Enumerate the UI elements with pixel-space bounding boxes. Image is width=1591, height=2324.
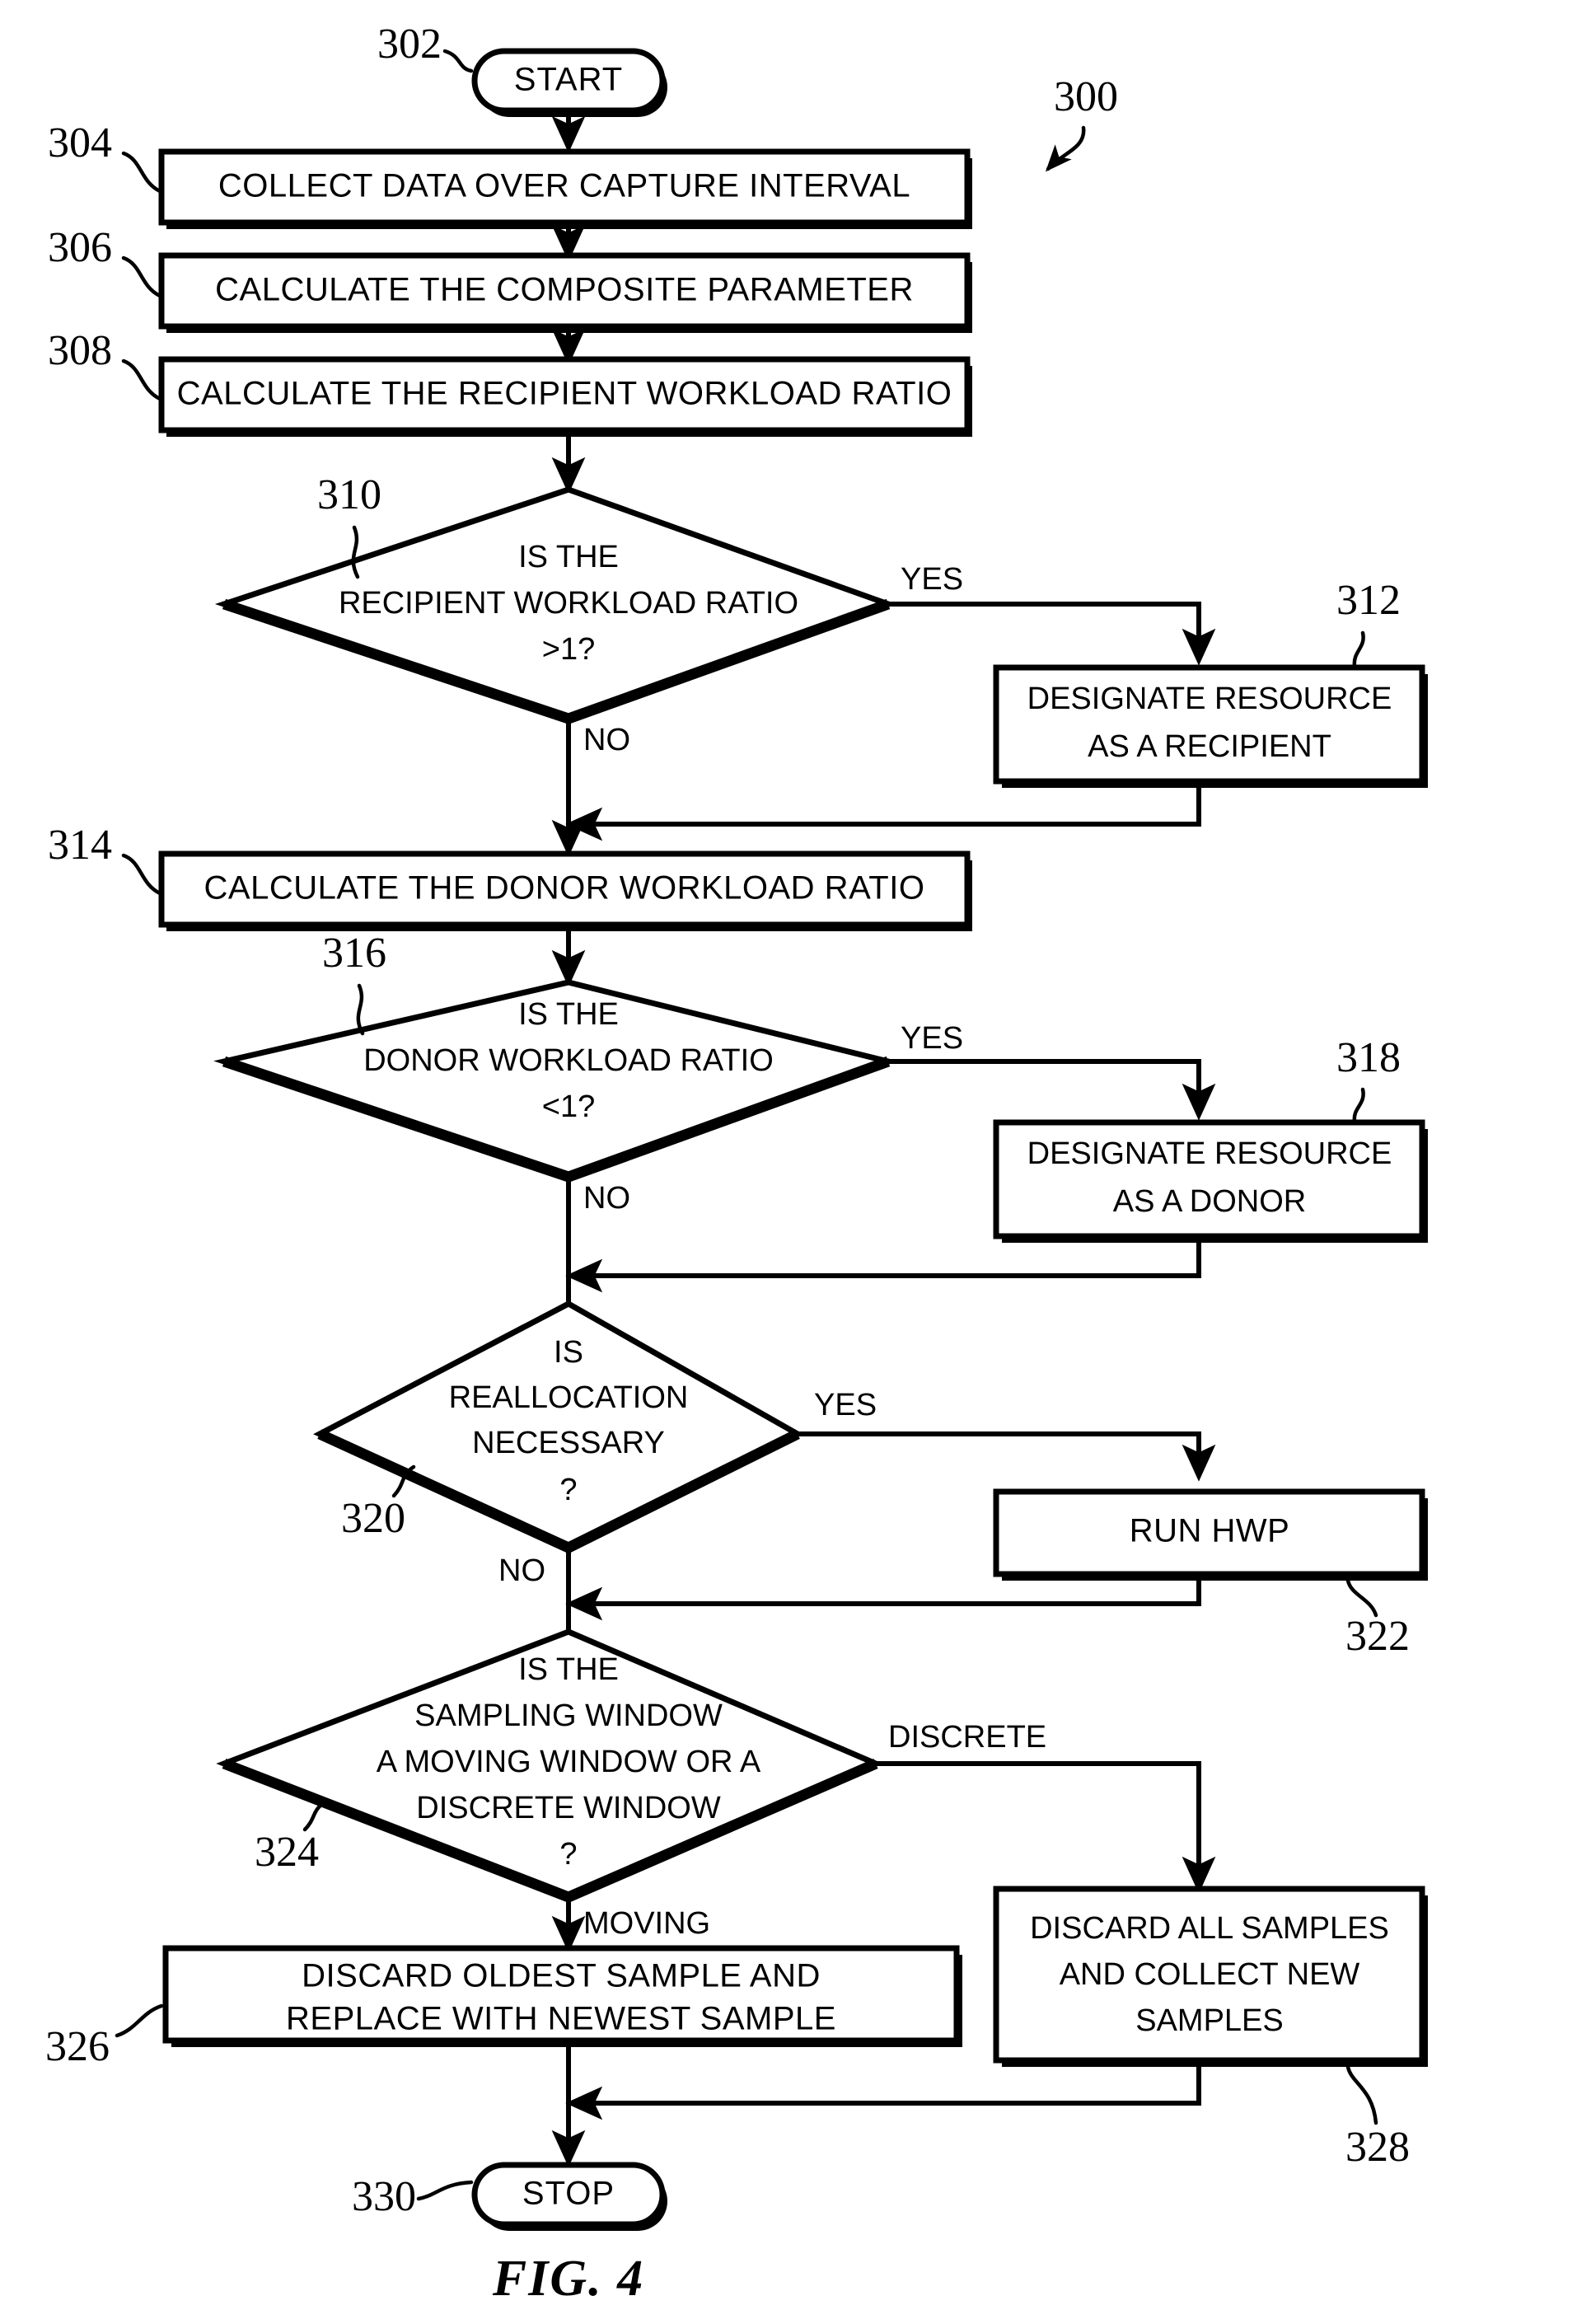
ref-300-diagram: 300 [1045,73,1118,172]
node-324-decision-sampling-window[interactable]: IS THE SAMPLING WINDOW A MOVING WINDOW O… [216,1628,883,1904]
edge-label-316-no: NO [583,1181,630,1216]
node-326-line-2: REPLACE WITH NEWEST SAMPLE [286,2001,836,2037]
figure-caption: FIG. 4 [492,2251,644,2307]
edge-label-324-moving: MOVING [583,1906,710,1941]
edge-label-320-yes: YES [814,1388,877,1422]
ref-324: 324 [255,1799,329,1876]
node-330-label: STOP [522,2176,615,2212]
node-324-line-4: DISCRETE WINDOW [416,1791,721,1825]
node-312-line-2: AS A RECIPIENT [1088,729,1331,764]
ref-322-number: 322 [1345,1613,1410,1660]
node-324-line-5: ? [559,1837,577,1872]
ref-300-number: 300 [1054,73,1118,120]
node-320-line-4: ? [559,1473,577,1507]
node-306-label: CALCULATE THE COMPOSITE PARAMETER [215,272,914,308]
node-324-line-3: A MOVING WINDOW OR A [377,1745,761,1779]
edge-label-316-yes: YES [901,1021,963,1056]
ref-308-number: 308 [48,327,112,374]
ref-322: 322 [1345,1578,1410,1660]
node-302-start[interactable]: START [471,48,667,117]
ref-326-number: 326 [45,2023,110,2070]
ref-326: 326 [45,2003,164,2070]
node-312-designate-recipient[interactable]: DESIGNATE RESOURCE AS A RECIPIENT [993,664,1428,788]
node-326-discard-oldest-sample[interactable]: DISCARD OLDEST SAMPLE AND REPLACE WITH N… [162,1945,962,2047]
node-324-line-2: SAMPLING WINDOW [414,1698,723,1733]
edge-label-320-no: NO [498,1553,545,1588]
ref-320-number: 320 [341,1495,405,1542]
edge-label-310-yes: YES [901,562,963,597]
node-306-composite-parameter[interactable]: CALCULATE THE COMPOSITE PARAMETER [158,252,972,333]
node-328-discard-all-samples[interactable]: DISCARD ALL SAMPLES AND COLLECT NEW SAMP… [993,1886,1428,2067]
node-324-line-1: IS THE [518,1652,619,1687]
node-328-line-2: AND COLLECT NEW [1060,1957,1360,1992]
node-308-label: CALCULATE THE RECIPIENT WORKLOAD RATIO [177,376,952,412]
node-318-line-2: AS A DONOR [1113,1184,1306,1219]
ref-320: 320 [341,1464,416,1542]
node-330-stop[interactable]: STOP [471,2162,667,2231]
edge-316-yes-to-318 [888,1059,1216,1121]
node-328-line-1: DISCARD ALL SAMPLES [1030,1911,1389,1946]
ref-306: 306 [48,224,162,298]
node-320-line-1: IS [554,1335,583,1370]
ref-328-number: 328 [1345,2124,1410,2171]
node-310-line-3: >1? [542,632,595,667]
edge-310-yes-to-312 [888,602,1216,666]
ref-304: 304 [48,119,162,194]
ref-318-number: 318 [1336,1034,1401,1081]
ref-324-number: 324 [255,1829,319,1876]
node-320-line-2: REALLOCATION [449,1380,689,1415]
edge-324-discrete-to-328 [876,1761,1216,1894]
node-302-label: START [514,62,623,98]
edge-label-324-discrete: DISCRETE [888,1720,1046,1755]
ref-312-number: 312 [1336,577,1401,624]
flowchart-canvas: START 302 300 COLLECT DATA OVER CAPTURE … [45,21,1428,2307]
node-316-decision-donor-ratio[interactable]: IS THE DONOR WORKLOAD RATIO <1? [213,979,899,1183]
node-316-line-2: DONOR WORKLOAD RATIO [363,1043,774,1078]
node-318-designate-donor[interactable]: DESIGNATE RESOURCE AS A DONOR [993,1119,1428,1243]
node-308-recipient-workload-ratio[interactable]: CALCULATE THE RECIPIENT WORKLOAD RATIO [158,356,972,437]
node-318-line-1: DESIGNATE RESOURCE [1027,1136,1392,1171]
node-326-line-1: DISCARD OLDEST SAMPLE AND [302,1958,821,1994]
edge-label-310-no: NO [583,723,630,757]
ref-330-number: 330 [352,2173,416,2220]
node-322-label: RUN HWP [1130,1513,1290,1549]
ref-316: 316 [322,930,386,1036]
node-310-decision-recipient-ratio[interactable]: IS THE RECIPIENT WORKLOAD RATIO >1? [214,486,897,724]
node-312-line-1: DESIGNATE RESOURCE [1027,682,1392,716]
node-304-collect-data[interactable]: COLLECT DATA OVER CAPTURE INTERVAL [158,148,972,229]
node-310-line-1: IS THE [518,540,619,574]
node-320-line-3: NECESSARY [472,1426,665,1460]
edge-320-yes-to-322 [798,1431,1216,1482]
node-328-line-3: SAMPLES [1135,2003,1284,2038]
node-314-donor-workload-ratio[interactable]: CALCULATE THE DONOR WORKLOAD RATIO [158,850,972,931]
node-304-label: COLLECT DATA OVER CAPTURE INTERVAL [218,168,910,204]
ref-314: 314 [48,822,162,896]
node-322-run-hwp[interactable]: RUN HWP [993,1488,1428,1581]
ref-302-number: 302 [377,21,442,68]
ref-318: 318 [1336,1034,1401,1123]
ref-302: 302 [377,21,474,73]
node-314-label: CALCULATE THE DONOR WORKLOAD RATIO [204,870,925,907]
node-310-line-2: RECIPIENT WORKLOAD RATIO [339,586,798,621]
ref-314-number: 314 [48,822,112,869]
node-316-line-3: <1? [542,1089,595,1124]
ref-330: 330 [352,2173,474,2220]
node-316-line-1: IS THE [518,997,619,1032]
ref-328: 328 [1345,2064,1410,2171]
ref-306-number: 306 [48,224,112,271]
ref-310-number: 310 [317,471,381,518]
ref-308: 308 [48,327,162,401]
ref-316-number: 316 [322,930,386,977]
patent-figure: START 302 300 COLLECT DATA OVER CAPTURE … [0,0,1591,2324]
ref-304-number: 304 [48,119,112,166]
ref-312: 312 [1336,577,1401,668]
